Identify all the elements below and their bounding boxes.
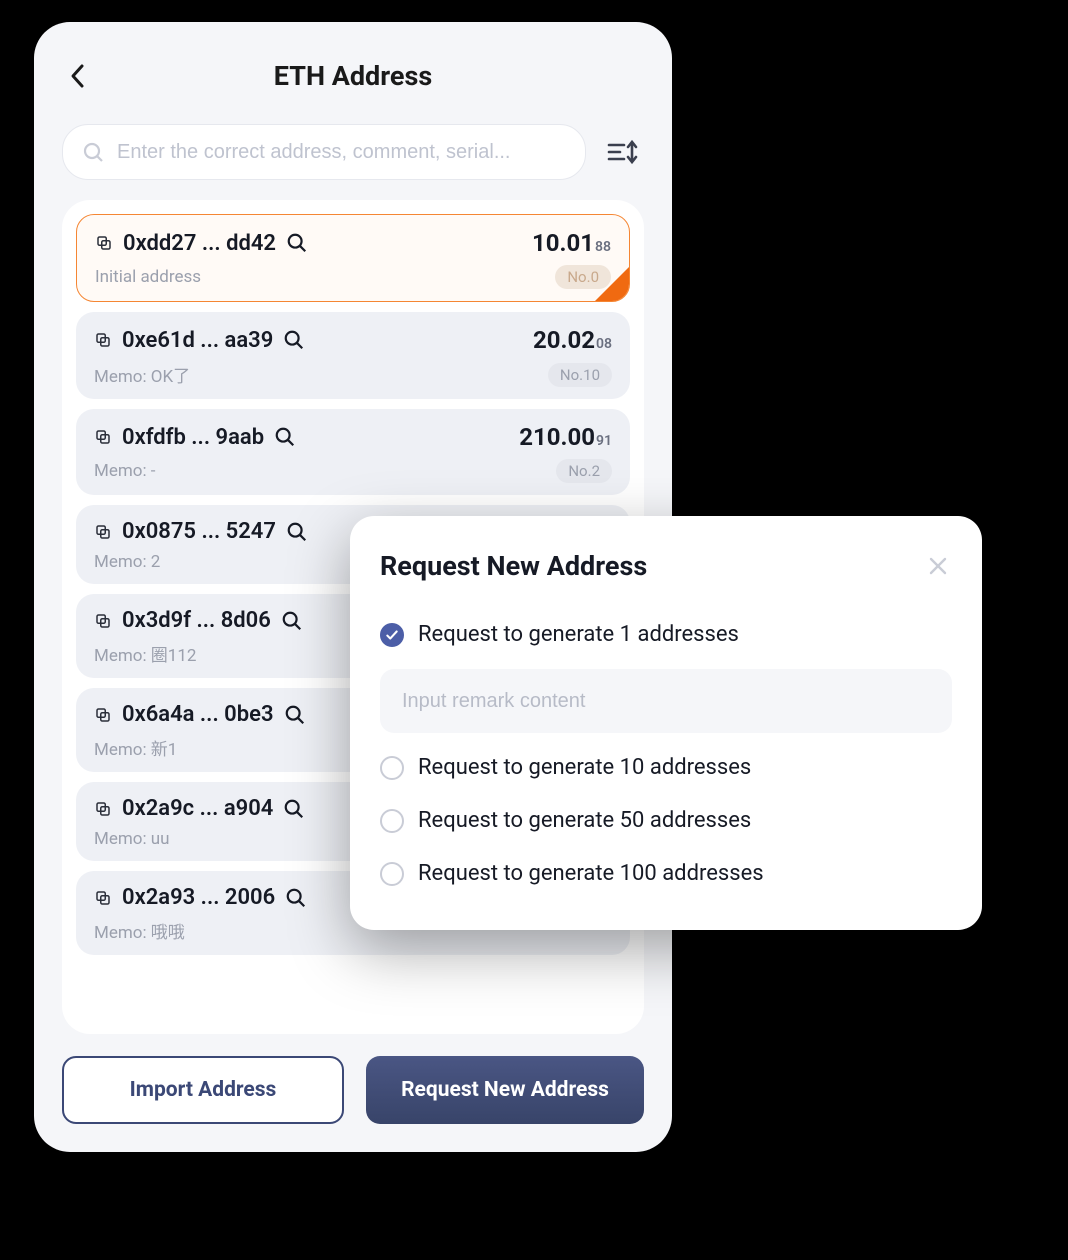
address-text: 0xe61d ... aa39 [122,328,273,353]
magnify-icon[interactable] [286,232,308,254]
search-row [62,124,644,180]
address-text: 0x2a9c ... a904 [122,796,273,821]
index-badge: No.0 [555,265,611,289]
sort-button[interactable] [600,130,644,174]
radio-unchecked-icon [380,756,404,780]
magnify-icon[interactable] [285,887,307,909]
radio-option[interactable]: Request to generate 100 addresses [380,847,952,900]
address-item[interactable]: 0xe61d ... aa39 20.0208 Memo: OK了 No.10 [76,312,630,399]
balance: 210.0091 [519,423,612,451]
address-text: 0xdd27 ... dd42 [123,231,276,256]
copy-icon[interactable] [94,889,112,907]
header: ETH Address [62,46,644,106]
memo-text: Memo: 圈112 [94,641,196,666]
radio-label: Request to generate 10 addresses [418,755,751,780]
search-box[interactable] [62,124,586,180]
copy-icon[interactable] [94,706,112,724]
address-item[interactable]: 0xdd27 ... dd42 10.0188 Initial address No.… [76,214,630,302]
balance: 10.0188 [532,229,611,257]
memo-text: Initial address [95,267,201,287]
magnify-icon[interactable] [283,329,305,351]
balance: 20.0208 [533,326,612,354]
address-item[interactable]: 0xfdfb ... 9aab 210.0091 Memo: - No.2 [76,409,630,495]
search-icon [81,140,105,164]
radio-unchecked-icon [380,862,404,886]
radio-label: Request to generate 1 addresses [418,622,739,647]
index-badge: No.10 [548,363,612,387]
search-input[interactable] [117,141,567,164]
page-title: ETH Address [274,60,432,92]
magnify-icon[interactable] [281,610,303,632]
request-new-address-button[interactable]: Request New Address [366,1056,644,1124]
sort-icon [605,137,639,167]
import-address-button[interactable]: Import Address [62,1056,344,1124]
address-text: 0x2a93 ... 2006 [122,885,275,910]
radio-checked-icon [380,623,404,647]
memo-text: Memo: 2 [94,552,160,572]
back-button[interactable] [62,60,94,92]
radio-option[interactable]: Request to generate 50 addresses [380,794,952,847]
radio-option[interactable]: Request to generate 10 addresses [380,741,952,794]
magnify-icon[interactable] [274,426,296,448]
radio-unchecked-icon [380,809,404,833]
remark-input[interactable] [380,669,952,733]
copy-icon[interactable] [94,612,112,630]
memo-text: Memo: 新1 [94,735,177,760]
copy-icon[interactable] [94,800,112,818]
close-icon [927,555,949,577]
memo-text: Memo: 哦哦 [94,918,185,943]
radio-label: Request to generate 50 addresses [418,808,751,833]
index-badge: No.2 [556,459,612,483]
address-text: 0x3d9f ... 8d06 [122,608,271,633]
modal-header: Request New Address [380,550,952,582]
memo-text: Memo: uu [94,829,170,849]
magnify-icon[interactable] [286,521,308,543]
radio-label: Request to generate 100 addresses [418,861,764,886]
modal-title: Request New Address [380,550,647,582]
copy-icon[interactable] [94,523,112,541]
request-new-address-modal: Request New Address Request to generate … [350,516,982,930]
modal-options: Request to generate 1 addresses Request t… [380,608,952,900]
copy-icon[interactable] [95,234,113,252]
bottom-buttons: Import Address Request New Address [62,1056,644,1124]
address-text: 0x6a4a ... 0be3 [122,702,274,727]
magnify-icon[interactable] [283,798,305,820]
memo-text: Memo: - [94,461,156,481]
address-text: 0x0875 ... 5247 [122,519,276,544]
copy-icon[interactable] [94,331,112,349]
magnify-icon[interactable] [284,704,306,726]
modal-close-button[interactable] [924,552,952,580]
radio-option[interactable]: Request to generate 1 addresses [380,608,952,661]
copy-icon[interactable] [94,428,112,446]
memo-text: Memo: OK了 [94,362,190,387]
address-text: 0xfdfb ... 9aab [122,425,264,450]
